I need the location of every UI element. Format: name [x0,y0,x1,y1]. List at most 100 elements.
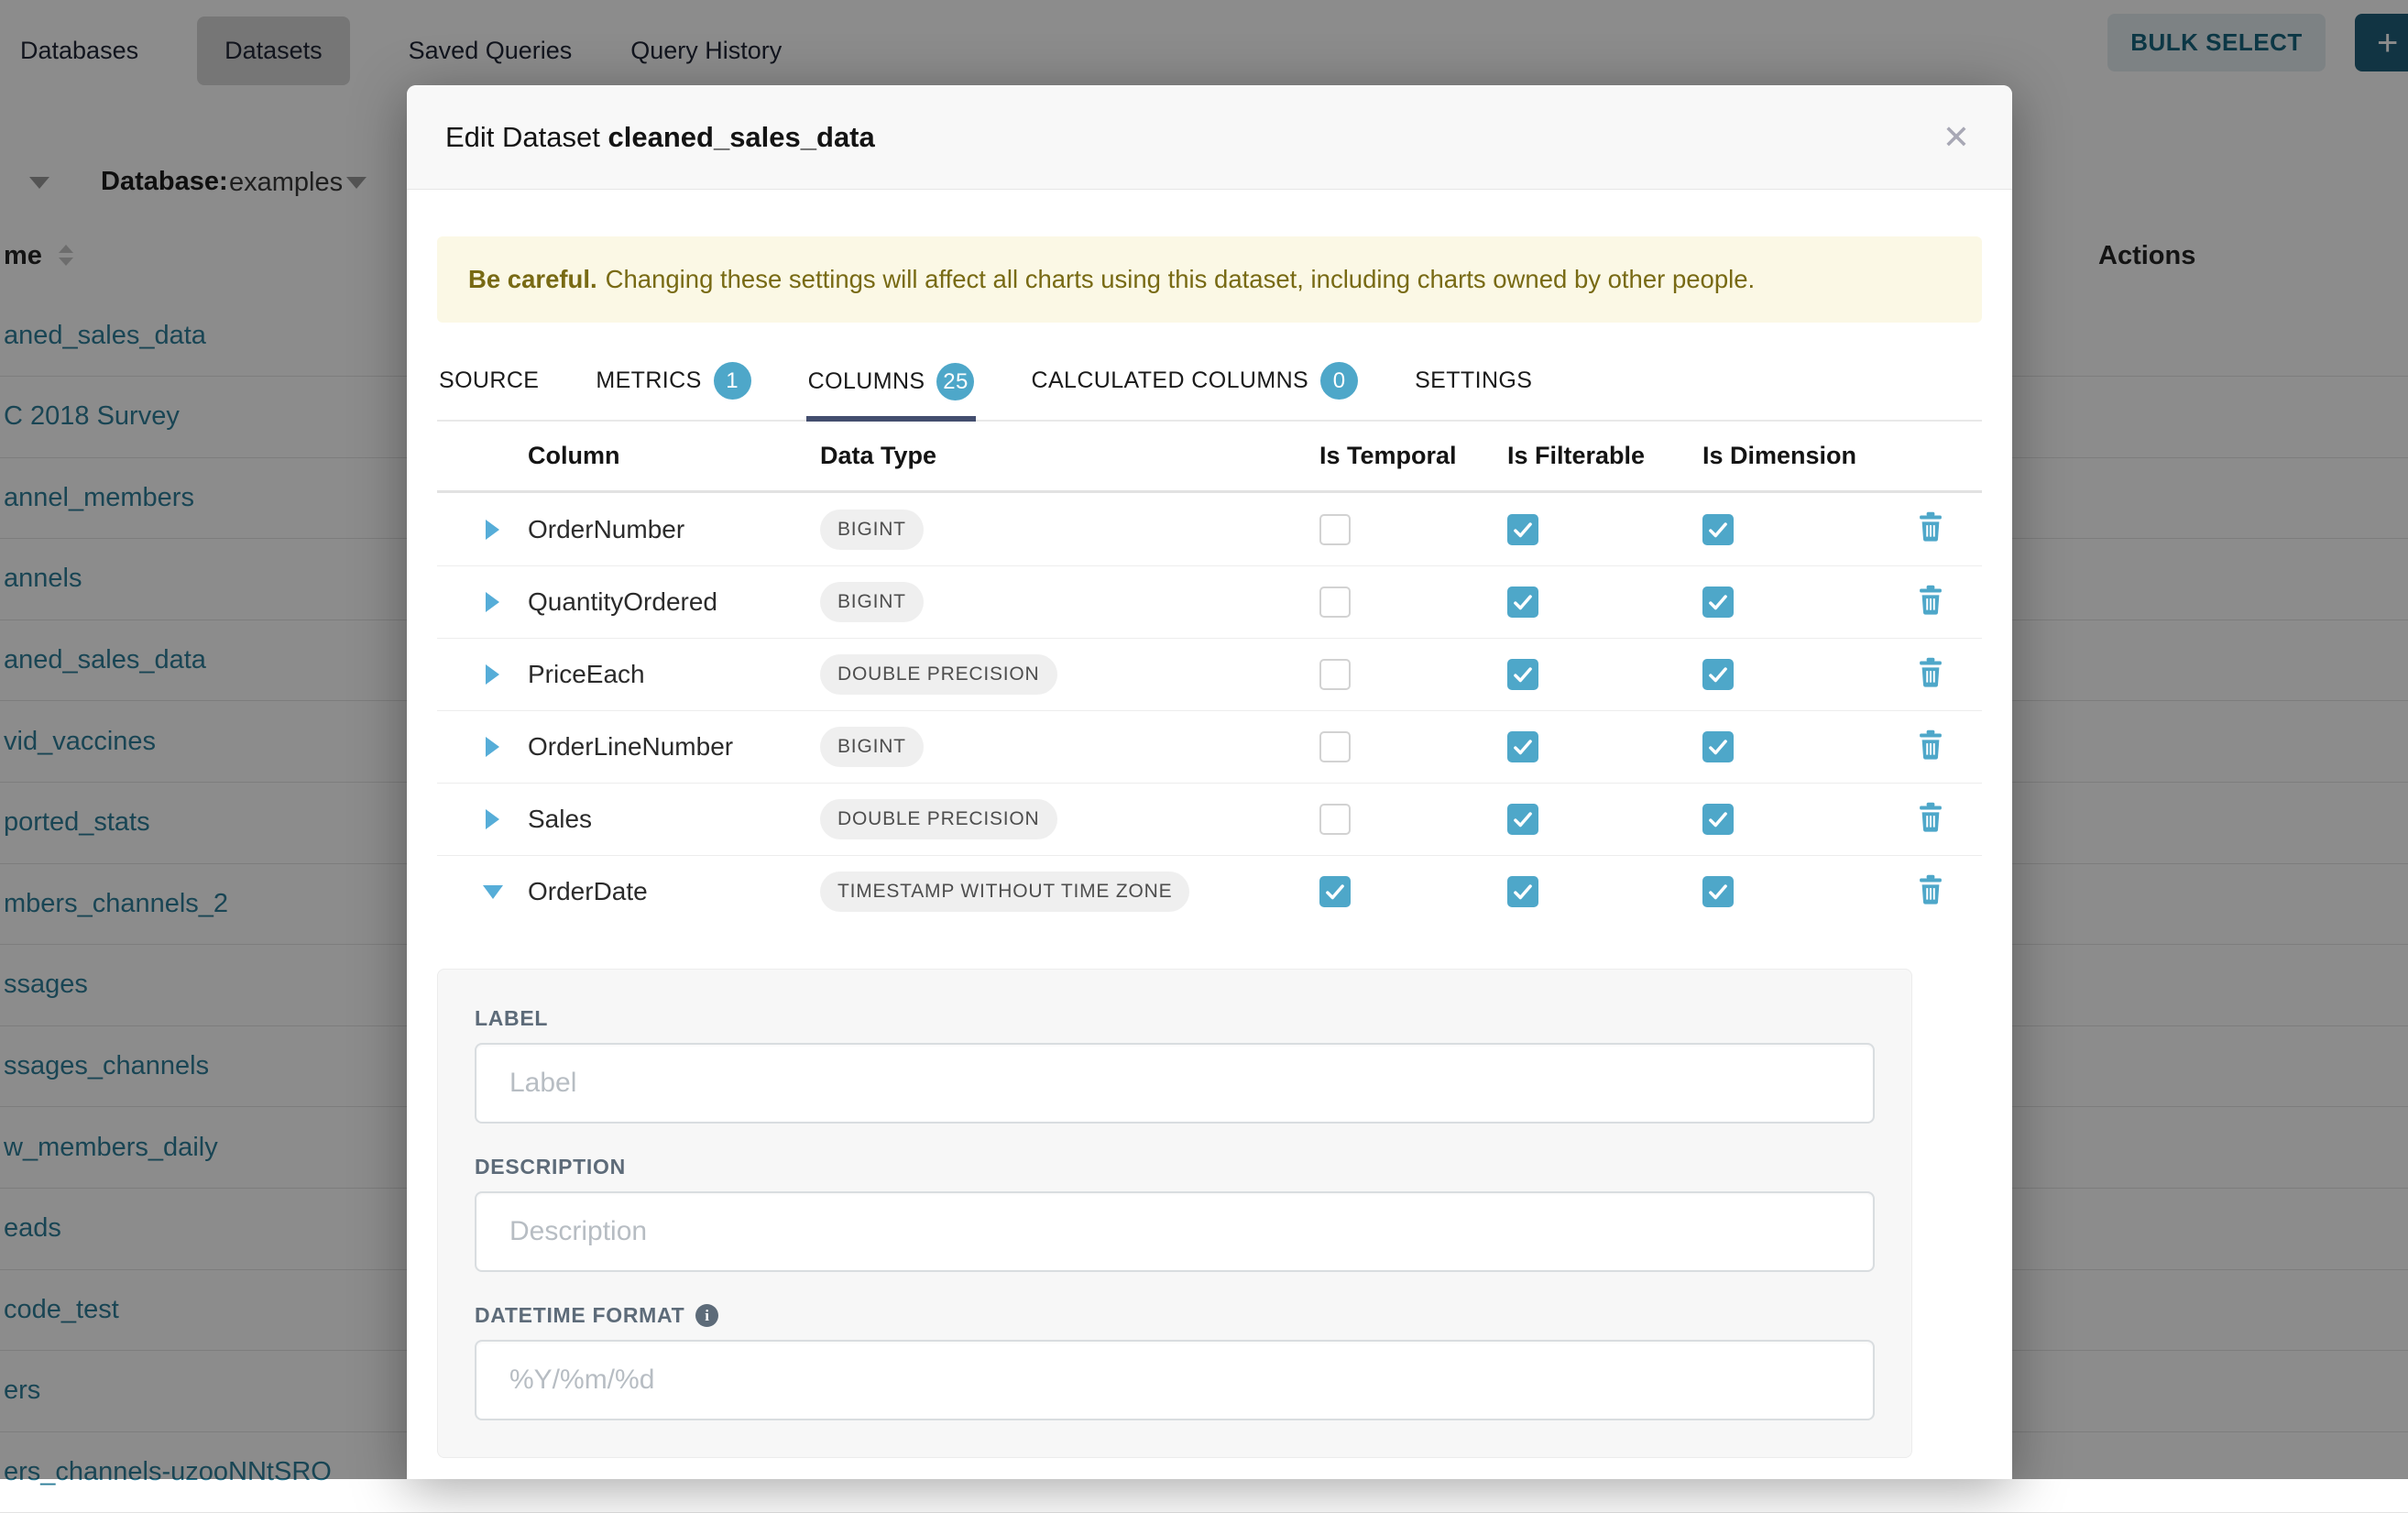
collapse-caret-icon[interactable] [483,885,503,899]
column-row: OrderNumberBIGINT [437,493,1982,565]
is-temporal-checkbox[interactable] [1319,587,1351,618]
expand-cell [437,737,528,757]
tab-label: SETTINGS [1415,367,1532,394]
modal-tabs: SOURCE METRICS 1 COLUMNS25 CALCULATED COLUMN… [437,349,1982,422]
delete-column-cell [1878,729,1982,765]
column-row: OrderDateTIMESTAMP WITHOUT TIME ZONE [437,855,1982,927]
modal-title: Edit Dataset cleaned_sales_data [445,121,875,154]
trash-icon[interactable] [1917,802,1944,838]
is-temporal-header: Is Temporal [1319,442,1507,470]
column-name: Sales [528,805,820,834]
info-icon[interactable]: i [695,1304,718,1327]
datetime-format-field-label: DATETIME FORMAT i [475,1303,1875,1328]
checkbox-cell [1319,587,1507,618]
checkbox-cell [1702,514,1878,545]
column-row: SalesDOUBLE PRECISION [437,783,1982,855]
checkbox-cell [1507,587,1702,618]
column-row: QuantityOrderedBIGINT [437,565,1982,638]
is-dimension-checkbox[interactable] [1702,804,1734,835]
label-field-label: LABEL [475,1006,1875,1031]
description-field-group: DESCRIPTION [475,1155,1875,1272]
data-type-pill: TIMESTAMP WITHOUT TIME ZONE [820,872,1189,912]
column-header: Column [528,442,820,470]
data-type-cell: BIGINT [820,582,1319,622]
column-detail-panel: LABEL DESCRIPTION DATETIME FORMAT i [437,969,1912,1458]
data-type-pill: BIGINT [820,727,924,767]
is-filterable-checkbox[interactable] [1507,731,1538,762]
tab-label: METRICS [596,367,701,394]
column-name: OrderNumber [528,515,820,544]
tab-count-badge: 1 [714,362,751,400]
datetime-format-input[interactable] [475,1340,1875,1420]
is-filterable-checkbox[interactable] [1507,876,1538,907]
expand-cell [437,592,528,612]
is-dimension-checkbox[interactable] [1702,731,1734,762]
tab-label: SOURCE [439,367,539,394]
column-name: OrderDate [528,877,820,906]
data-type-cell: DOUBLE PRECISION [820,799,1319,839]
is-filterable-checkbox[interactable] [1507,804,1538,835]
tab-calculated-columns[interactable]: CALCULATED COLUMNS 0 [1029,349,1360,420]
checkbox-cell [1507,659,1702,690]
modal-title-prefix: Edit Dataset [445,121,600,153]
expand-cell [437,520,528,540]
trash-icon[interactable] [1917,511,1944,547]
is-dimension-header: Is Dimension [1702,442,1878,470]
data-type-pill: BIGINT [820,582,924,622]
modal-header: Edit Dataset cleaned_sales_data ✕ [407,85,2012,190]
modal-body: Be careful. Changing these settings will… [407,236,2012,1458]
expand-cell [437,809,528,829]
data-type-cell: BIGINT [820,727,1319,767]
column-name: OrderLineNumber [528,732,820,762]
checkbox-cell [1702,659,1878,690]
tab-metrics[interactable]: METRICS 1 [594,349,752,420]
trash-icon[interactable] [1917,657,1944,693]
is-temporal-checkbox[interactable] [1319,731,1351,762]
checkbox-cell [1507,731,1702,762]
edit-dataset-modal: Edit Dataset cleaned_sales_data ✕ Be car… [407,85,2012,1479]
checkbox-cell [1319,514,1507,545]
warning-banner: Be careful. Changing these settings will… [437,236,1982,323]
expand-caret-icon[interactable] [486,737,499,757]
data-type-cell: BIGINT [820,510,1319,550]
tab-source[interactable]: SOURCE [437,349,541,420]
columns-table-header: Column Data Type Is Temporal Is Filterab… [437,422,1982,493]
tab-label: CALCULATED COLUMNS [1031,367,1308,394]
is-temporal-checkbox[interactable] [1319,876,1351,907]
expand-cell [437,664,528,685]
checkbox-cell [1702,876,1878,907]
expand-caret-icon[interactable] [486,664,499,685]
is-filterable-checkbox[interactable] [1507,587,1538,618]
label-input[interactable] [475,1043,1875,1124]
trash-icon[interactable] [1917,585,1944,620]
label-field-group: LABEL [475,1006,1875,1124]
datetime-format-field-group: DATETIME FORMAT i [475,1303,1875,1420]
close-icon[interactable]: ✕ [1939,117,1974,158]
data-type-cell: DOUBLE PRECISION [820,654,1319,695]
description-input[interactable] [475,1191,1875,1272]
is-temporal-checkbox[interactable] [1319,659,1351,690]
is-temporal-checkbox[interactable] [1319,804,1351,835]
is-dimension-checkbox[interactable] [1702,876,1734,907]
tab-count-badge: 25 [936,363,974,400]
is-dimension-checkbox[interactable] [1702,587,1734,618]
tab-columns[interactable]: COLUMNS25 [806,349,977,422]
tab-count-badge: 0 [1320,362,1358,400]
is-filterable-checkbox[interactable] [1507,659,1538,690]
checkbox-cell [1702,587,1878,618]
delete-column-cell [1878,585,1982,620]
is-dimension-checkbox[interactable] [1702,659,1734,690]
delete-column-cell [1878,874,1982,910]
is-temporal-checkbox[interactable] [1319,514,1351,545]
checkbox-cell [1507,804,1702,835]
is-dimension-checkbox[interactable] [1702,514,1734,545]
expand-caret-icon[interactable] [486,520,499,540]
expand-caret-icon[interactable] [486,592,499,612]
trash-icon[interactable] [1917,729,1944,765]
tab-settings[interactable]: SETTINGS [1413,349,1534,420]
expand-caret-icon[interactable] [486,809,499,829]
is-filterable-checkbox[interactable] [1507,514,1538,545]
modal-dataset-name: cleaned_sales_data [608,121,875,153]
warning-bold: Be careful. [468,265,597,294]
trash-icon[interactable] [1917,874,1944,910]
